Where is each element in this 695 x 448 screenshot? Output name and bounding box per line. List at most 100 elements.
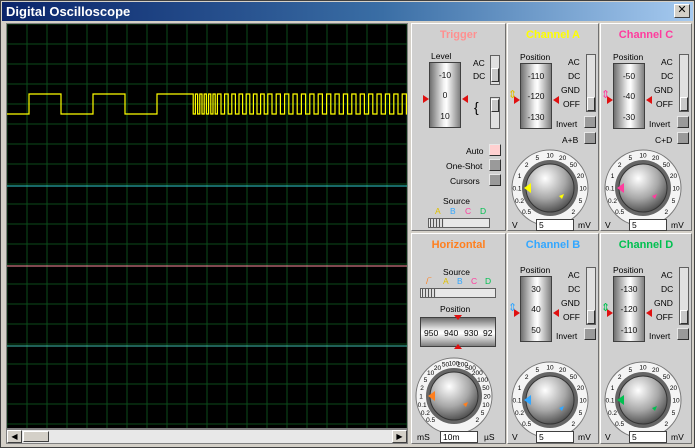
- dial-tick-label: 50: [482, 385, 490, 392]
- channel_c-dc-label: DC: [661, 71, 674, 81]
- channel_a-position-drum[interactable]: -110 -120 -130: [520, 63, 552, 129]
- trigger-panel: Trigger Level -10 0 10 AC DC { Auto One-…: [411, 23, 506, 231]
- channel_a-off-label: OFF: [563, 99, 580, 109]
- channel_a-sum-button[interactable]: [584, 132, 596, 144]
- channel_b-volts-div-dial[interactable]: 0.5 0.2 0.1 1 2 5 10 20 50 20 10 5 2: [510, 358, 590, 440]
- dial-tick-label: 20: [483, 394, 491, 401]
- auto-label: Auto: [466, 146, 484, 156]
- horizontal-scrollbar[interactable]: ◀ ▶: [6, 429, 408, 444]
- channel_a-position-label: Position: [520, 52, 551, 62]
- channel_c-title: Channel C: [618, 29, 674, 41]
- channel_b-unit-left: V: [512, 432, 518, 442]
- channel_a-coupling-slider[interactable]: [586, 54, 596, 112]
- dial-tick-label: 1: [419, 394, 423, 401]
- scroll-thumb[interactable]: [23, 431, 49, 442]
- channel_d-invert-button[interactable]: [677, 328, 689, 340]
- dial-tick-label: 50: [570, 374, 578, 381]
- channel_d-position-label: Position: [613, 265, 644, 275]
- trigger-title: Trigger: [439, 29, 478, 41]
- channel-c-panel: Channel C Position -50 -40 -30 ⇕ AC DC G…: [600, 23, 692, 231]
- dial-tick-label: 0.5: [522, 421, 531, 428]
- channel_d-volts-field[interactable]: 5: [629, 431, 667, 443]
- channel_a-unit-left: V: [512, 220, 518, 230]
- channel_a-dc-label: DC: [568, 71, 581, 81]
- channel_c-coupling-slider[interactable]: [679, 54, 689, 112]
- title-bar[interactable]: Digital Oscilloscope ✕: [2, 2, 693, 21]
- dial-tick-label: 5: [536, 367, 540, 374]
- channel_a-sum-label: A+B: [562, 135, 579, 145]
- channel_d-off-label: OFF: [656, 312, 673, 322]
- dial-tick-label: 0.5: [522, 209, 531, 216]
- dial-tick-label: 5: [629, 367, 633, 374]
- dial-tick-label: 5: [481, 410, 485, 417]
- level-pointer-right-icon: [462, 95, 468, 103]
- dial-tick-label: 5: [579, 198, 583, 205]
- dial-tick-label: 0.1: [605, 398, 614, 405]
- dial-tick-label: 20: [577, 173, 585, 180]
- channel_c-volts-div-dial[interactable]: 0.5 0.2 0.1 1 2 5 10 20 50 20 10 5 2: [603, 146, 683, 228]
- dial-tick-label: 0.5: [615, 209, 624, 216]
- one-shot-button[interactable]: [489, 159, 501, 171]
- dial-tick-label: 2: [665, 421, 669, 428]
- channel_a-invert-button[interactable]: [584, 116, 596, 128]
- channel_a-pointer-right-icon: [553, 96, 559, 104]
- auto-button[interactable]: [489, 144, 501, 156]
- horizontal-unit-right: µS: [484, 432, 495, 442]
- dial-tick-label: 2: [525, 374, 529, 381]
- dial-tick-label: 20: [670, 173, 678, 180]
- channel_b-invert-button[interactable]: [584, 328, 596, 340]
- channel_b-offset-arrow-icon: ⇕: [508, 302, 518, 314]
- channel_c-invert-button[interactable]: [677, 116, 689, 128]
- dial-tick-label: 20: [559, 367, 567, 374]
- channel_c-offset-arrow-icon: ⇕: [601, 89, 611, 101]
- channel_b-position-drum[interactable]: 30 40 50: [520, 276, 552, 342]
- channel_a-gnd-label: GND: [561, 85, 580, 95]
- trigger-source-slider[interactable]: [428, 218, 490, 228]
- trigger-edge-slider[interactable]: [490, 97, 500, 129]
- channel_b-coupling-slider[interactable]: [586, 267, 596, 325]
- dial-tick-label: 5: [424, 377, 428, 384]
- trigger-coupling-slider[interactable]: [490, 55, 500, 85]
- dial-tick-label: 50: [570, 162, 578, 169]
- channel_c-pointer-right-icon: [646, 96, 652, 104]
- horizontal-position-drum[interactable]: 950 940 930 92: [420, 317, 496, 347]
- dial-tick-label: 5: [672, 410, 676, 417]
- dial-tick-label: 2: [420, 385, 424, 392]
- horizontal-source-a: A: [443, 276, 449, 286]
- channel_c-position-drum[interactable]: -50 -40 -30: [613, 63, 645, 129]
- dial-tick-label: 10: [482, 402, 490, 409]
- channel_d-position-drum[interactable]: -130 -120 -110: [613, 276, 645, 342]
- horizontal-title: Horizontal: [431, 239, 486, 251]
- channel_c-gnd-label: GND: [654, 85, 673, 95]
- channel_d-offset-arrow-icon: ⇕: [601, 302, 611, 314]
- timebase-value-field[interactable]: 10m: [440, 431, 478, 443]
- dial-tick-label: 2: [572, 421, 576, 428]
- dial-tick-label: 10: [579, 398, 587, 405]
- channel_d-coupling-slider[interactable]: [679, 267, 689, 325]
- channel_b-dc-label: DC: [568, 284, 581, 294]
- channel_a-volts-field[interactable]: 5: [536, 219, 574, 231]
- trigger-level-drum[interactable]: -10 0 10: [429, 62, 461, 128]
- horizontal-source-slider[interactable]: [420, 288, 496, 298]
- cursors-button[interactable]: [489, 174, 501, 186]
- channel_b-volts-field[interactable]: 5: [536, 431, 574, 443]
- close-button[interactable]: ✕: [674, 4, 690, 18]
- dial-tick-label: 5: [672, 198, 676, 205]
- dial-tick-label: 2: [525, 162, 529, 169]
- channel_c-position-label: Position: [613, 52, 644, 62]
- dial-tick-label: 2: [618, 374, 622, 381]
- dial-tick-label: 10: [672, 186, 680, 193]
- dial-tick-label: 10: [579, 186, 587, 193]
- dial-tick-label: 10: [639, 365, 647, 372]
- channel_c-sum-button[interactable]: [677, 132, 689, 144]
- channel_c-volts-field[interactable]: 5: [629, 219, 667, 231]
- channel_a-offset-arrow-icon: ⇕: [508, 89, 518, 101]
- channel_a-volts-div-dial[interactable]: 0.5 0.2 0.1 1 2 5 10 20 50 20 10 5 2: [510, 146, 590, 228]
- scroll-left-button[interactable]: ◀: [7, 430, 22, 443]
- scroll-right-button[interactable]: ▶: [392, 430, 407, 443]
- dial-tick-label: 1: [518, 173, 522, 180]
- horizontal-panel: Horizontal Source /‾ A B C D Position 95…: [411, 233, 506, 444]
- timebase-dial[interactable]: 0.5 0.2 0.1 1 2 5 10 20 50 100 200 500 200 100 50 20 10 5…: [414, 354, 494, 436]
- channel_d-volts-div-dial[interactable]: 0.5 0.2 0.1 1 2 5 10 20 50 20 10 5 2: [603, 358, 683, 440]
- channel_a-invert-label: Invert: [556, 119, 578, 129]
